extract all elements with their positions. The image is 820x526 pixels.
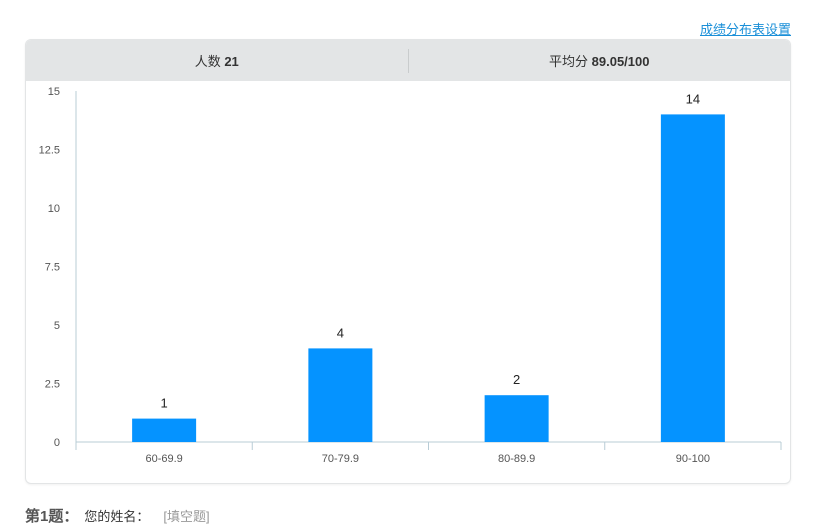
average-score: 平均分 89.05/100 [409, 51, 791, 70]
y-tick-label: 0 [54, 437, 60, 449]
average-label: 平均分 [549, 54, 589, 69]
x-tick-label: 60-69.9 [145, 453, 182, 465]
bar-value-label: 14 [686, 91, 700, 106]
bar [660, 114, 725, 443]
question-number: 第1题： [25, 508, 79, 525]
stats-header: 人数 21 平均分 89.05/100 [26, 40, 790, 81]
score-distribution-settings-link[interactable]: 成绩分布表设置 [700, 19, 791, 38]
y-tick-label: 2.5 [45, 379, 60, 391]
bar [308, 348, 373, 442]
y-tick-label: 7.5 [45, 262, 60, 274]
score-bar-chart: 0 2.5 5 7.5 10 12.5 15 1 60-69.9 4 70-79.9 2 80-89.9… [39, 86, 782, 465]
bar-value-label: 4 [337, 325, 344, 340]
average-value: 89.05/100 [591, 54, 650, 69]
score-distribution-card: 人数 21 平均分 89.05/100 0 2.5 5 7.5 10 12.5 15 1 60-… [25, 39, 791, 484]
question-1: 第1题： 您的姓名： [填空题] [25, 505, 210, 526]
bar-value-label: 1 [161, 396, 168, 411]
question-type: [填空题] [163, 509, 210, 524]
bar-value-label: 2 [513, 372, 520, 387]
count-label: 人数 [194, 54, 221, 69]
count-value: 21 [224, 54, 239, 69]
y-tick-label: 12.5 [39, 145, 60, 157]
y-tick-label: 5 [54, 320, 60, 332]
bar [484, 395, 549, 442]
y-tick-label: 10 [48, 203, 60, 215]
bar [132, 418, 197, 442]
respondent-count: 人数 21 [26, 51, 408, 70]
question-text: 您的姓名： [84, 509, 150, 524]
y-tick-label: 15 [48, 86, 60, 98]
x-tick-label: 70-79.9 [322, 453, 359, 465]
x-tick-label: 90-100 [676, 453, 710, 465]
x-tick-label: 80-89.9 [498, 453, 535, 465]
